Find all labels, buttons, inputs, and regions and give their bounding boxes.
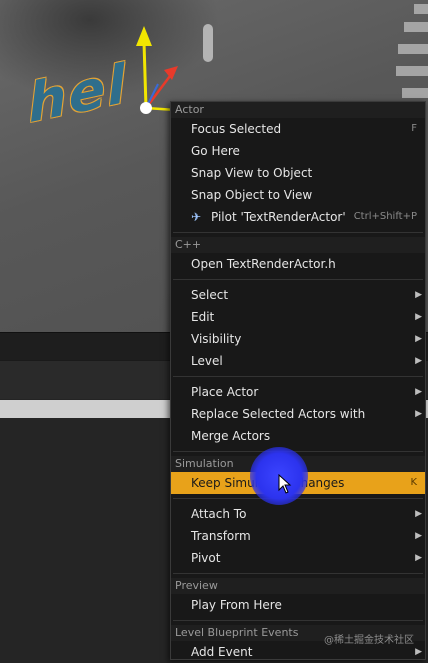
menu-item-pilot[interactable]: ✈ Pilot 'TextRenderActor' Ctrl+Shift+P	[171, 206, 425, 228]
section-actor: Actor	[171, 102, 425, 118]
menu-item-label: Edit	[191, 310, 215, 324]
menu-item-go-here[interactable]: Go Here	[171, 140, 425, 162]
menu-item-attach-to[interactable]: Attach To ▶	[171, 503, 425, 525]
menu-item-visibility[interactable]: Visibility ▶	[171, 328, 425, 350]
menu-item-label: Attach To	[191, 507, 247, 521]
menu-item-label: Add Event	[191, 645, 253, 659]
watermark: @稀土掘金技术社区	[324, 635, 414, 646]
menu-item-focus-selected[interactable]: Focus Selected F	[171, 118, 425, 140]
shortcut-label: F	[411, 123, 417, 134]
shortcut-label: Ctrl+Shift+P	[353, 211, 417, 222]
menu-item-label: Pivot	[191, 551, 221, 565]
menu-item-label: Keep Simulation Changes	[191, 476, 345, 490]
menu-item-label: Replace Selected Actors with	[191, 407, 366, 421]
menu-separator	[173, 620, 423, 621]
menu-item-label: Go Here	[191, 144, 240, 158]
menu-item-select[interactable]: Select ▶	[171, 284, 425, 306]
menu-separator	[173, 376, 423, 377]
chevron-right-icon: ▶	[415, 312, 422, 322]
section-simulation: Simulation	[171, 456, 425, 472]
menu-item-open-header[interactable]: Open TextRenderActor.h	[171, 253, 425, 275]
menu-item-label: Visibility	[191, 332, 242, 346]
capsule-marker	[203, 24, 213, 62]
menu-item-snap-object-to-view[interactable]: Snap Object to View	[171, 184, 425, 206]
menu-item-label: Transform	[191, 529, 251, 543]
menu-item-label: Open TextRenderActor.h	[191, 257, 336, 271]
menu-item-label: Play From Here	[191, 598, 282, 612]
menu-separator	[173, 498, 423, 499]
menu-item-label: Snap Object to View	[191, 188, 313, 202]
airplane-icon: ✈	[191, 210, 202, 224]
chevron-right-icon: ▶	[415, 334, 422, 344]
menu-item-label: Focus Selected	[191, 122, 282, 136]
menu-separator	[173, 279, 423, 280]
chevron-right-icon: ▶	[415, 531, 422, 541]
chevron-right-icon: ▶	[415, 509, 422, 519]
menu-separator	[173, 232, 423, 233]
section-preview: Preview	[171, 578, 425, 594]
menu-item-keep-simulation-changes[interactable]: Keep Simulation Changes K	[171, 472, 425, 494]
shortcut-label: K	[410, 477, 417, 488]
menu-item-edit[interactable]: Edit ▶	[171, 306, 425, 328]
menu-item-label: Merge Actors	[191, 429, 271, 443]
menu-item-level[interactable]: Level ▶	[171, 350, 425, 372]
chevron-right-icon: ▶	[415, 409, 422, 419]
menu-item-label: Level	[191, 354, 223, 368]
actor-context-menu: Actor Focus Selected F Go Here Snap View…	[170, 101, 426, 660]
menu-item-label: Select	[191, 288, 229, 302]
chevron-right-icon: ▶	[415, 553, 422, 563]
chevron-right-icon: ▶	[415, 356, 422, 366]
menu-separator	[173, 451, 423, 452]
menu-item-label: Pilot 'TextRenderActor'	[211, 210, 346, 224]
menu-item-label: Place Actor	[191, 385, 259, 399]
menu-item-place-actor[interactable]: Place Actor ▶	[171, 381, 425, 403]
chevron-right-icon: ▶	[415, 290, 422, 300]
section-cpp: C++	[171, 237, 425, 253]
menu-item-play-from-here[interactable]: Play From Here	[171, 594, 425, 616]
chevron-right-icon: ▶	[415, 387, 422, 397]
menu-item-transform[interactable]: Transform ▶	[171, 525, 425, 547]
menu-item-replace-actors[interactable]: Replace Selected Actors with ▶	[171, 403, 425, 425]
menu-item-merge-actors[interactable]: Merge Actors	[171, 425, 425, 447]
menu-separator	[173, 573, 423, 574]
menu-item-snap-view-to-object[interactable]: Snap View to Object	[171, 162, 425, 184]
menu-item-label: Snap View to Object	[191, 166, 313, 180]
menu-item-pivot[interactable]: Pivot ▶	[171, 547, 425, 569]
